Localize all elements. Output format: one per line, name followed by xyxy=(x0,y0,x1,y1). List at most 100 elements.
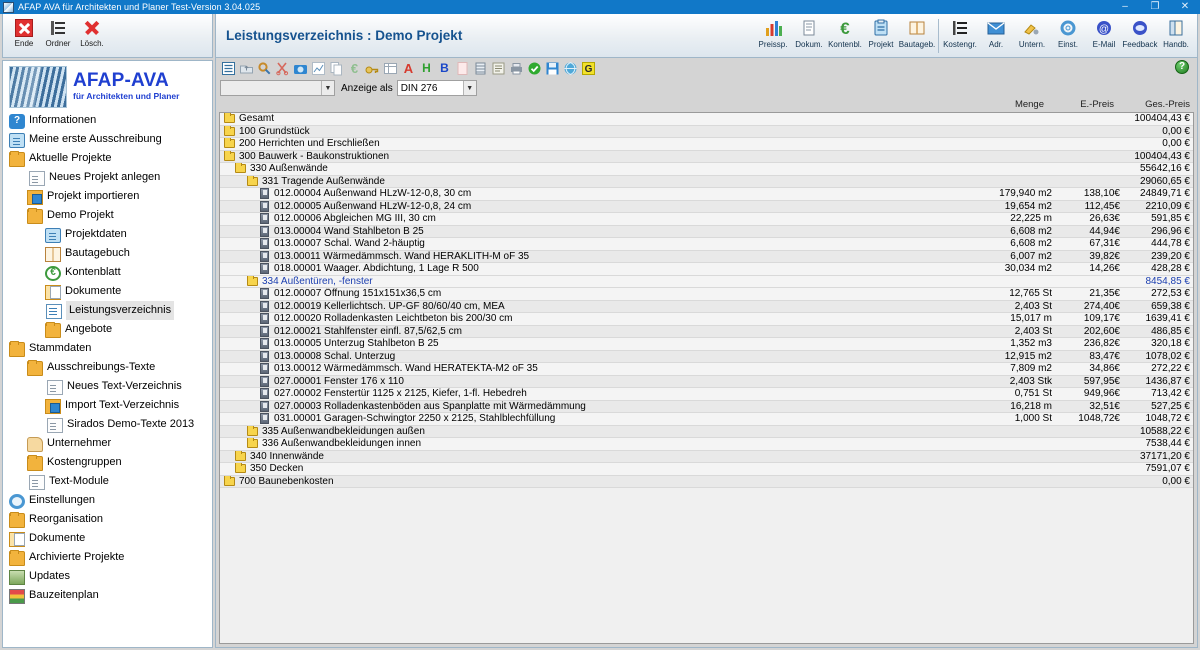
tree-group-row[interactable]: 335 Außenwandbekleidungen außen 10588,22 … xyxy=(220,425,1193,438)
tree-position-row[interactable]: 013.00012 Wärmedämmsch. Wand HERATEKTA-M… xyxy=(220,363,1193,376)
camera-icon[interactable] xyxy=(292,60,309,77)
sidebar-item-projekt-importieren[interactable]: Projekt importieren xyxy=(3,187,212,206)
sidebar-item-ausschreibungs-texte[interactable]: Ausschreibungs-Texte xyxy=(3,358,212,377)
tree-group-row[interactable]: 331 Tragende Außenwände 29060,65 € xyxy=(220,175,1193,188)
tree-group-row[interactable]: 300 Bauwerk - Baukonstruktionen 100404,43… xyxy=(220,150,1193,163)
tree-group-row[interactable]: 340 Innenwände 37171,20 € xyxy=(220,450,1193,463)
tree-position-row[interactable]: 027.00001 Fenster 176 x 110 2,403 Stk 597,… xyxy=(220,375,1193,388)
lv-tree-table[interactable]: Gesamt 100404,43 €100 Grundstück 0,00 €200… xyxy=(219,112,1194,644)
sidebar-item-updates[interactable]: Updates xyxy=(3,567,212,586)
tree-position-row[interactable]: 031.00001 Garagen-Schwingtor 2250 x 2125… xyxy=(220,413,1193,426)
ordner-button[interactable]: Ordner xyxy=(41,16,75,56)
tree-position-row[interactable]: 012.00004 Außenwand HLzW-12-0,8, 30 cm 17… xyxy=(220,188,1193,201)
sidebar-item-aktuelle-projekte[interactable]: Aktuelle Projekte xyxy=(3,149,212,168)
tree-position-row[interactable]: 013.00007 Schal. Wand 2-häuptig 6,608 m2 6… xyxy=(220,238,1193,251)
header-button-handb[interactable]: Handb. xyxy=(1158,17,1194,57)
header-button-dokum[interactable]: Dokum. xyxy=(791,17,827,57)
filter-select[interactable]: ▼ xyxy=(220,80,335,96)
sidebar-item-meine-erste-ausschreibung[interactable]: Meine erste Ausschreibung xyxy=(3,130,212,149)
sidebar-item-archivierte-projekte[interactable]: Archivierte Projekte xyxy=(3,548,212,567)
header-button-einst[interactable]: Einst. xyxy=(1050,17,1086,57)
tree-position-row[interactable]: 012.00007 Öffnung 151x151x36,5 cm 12,765 … xyxy=(220,288,1193,301)
tree-position-row[interactable]: 012.00021 Stahlfenster einfl. 87,5/62,5 … xyxy=(220,325,1193,338)
cut-icon[interactable] xyxy=(274,60,291,77)
table-icon[interactable] xyxy=(382,60,399,77)
tree-position-row[interactable]: 018.00001 Waager. Abdichtung, 1 Lage R 5… xyxy=(220,263,1193,276)
key-icon[interactable] xyxy=(364,60,381,77)
row-label: 012.00006 Abgleichen MG III, 30 cm xyxy=(274,213,436,225)
sidebar-item-neues-projekt-anlegen[interactable]: Neues Projekt anlegen xyxy=(3,168,212,187)
sidebar-item-sirados-demo-texte-2013[interactable]: Sirados Demo-Texte 2013 xyxy=(3,415,212,434)
page-icon[interactable] xyxy=(454,60,471,77)
font-a-icon[interactable]: A xyxy=(400,60,417,77)
database-icon[interactable] xyxy=(472,60,489,77)
header-button-untern[interactable]: Untern. xyxy=(1014,17,1050,57)
sidebar-item-reorganisation[interactable]: Reorganisation xyxy=(3,510,212,529)
sidebar-item-angebote[interactable]: Angebote xyxy=(3,320,212,339)
header-button-bautageb[interactable]: Bautageb. xyxy=(899,17,935,57)
check-circle-icon[interactable] xyxy=(526,60,543,77)
heading-h-icon[interactable]: H xyxy=(418,60,435,77)
edit-chart-icon[interactable] xyxy=(310,60,327,77)
minimize-button[interactable]: – xyxy=(1110,0,1140,14)
highlight-g-icon[interactable]: G xyxy=(580,60,597,77)
anzeige-select[interactable]: DIN 276 ▼ xyxy=(396,80,477,96)
list-view-icon[interactable] xyxy=(220,60,237,77)
tree-group-row[interactable]: Gesamt 100404,43 € xyxy=(220,113,1193,126)
tree-group-row[interactable]: 336 Außenwandbekleidungen innen 7538,44 € xyxy=(220,438,1193,451)
copy-icon[interactable] xyxy=(328,60,345,77)
close-button[interactable]: ✕ xyxy=(1170,0,1200,14)
sidebar-item-leistungsverzeichnis[interactable]: Leistungsverzeichnis xyxy=(3,301,212,320)
tree-position-row[interactable]: 012.00005 Außenwand HLzW-12-0,8, 24 cm 19… xyxy=(220,200,1193,213)
header-button-preissp[interactable]: Preissp. xyxy=(755,17,791,57)
tree-position-row[interactable]: 012.00020 Rolladenkasten Leichtbeton bis… xyxy=(220,313,1193,326)
ende-button[interactable]: Ende xyxy=(7,16,41,56)
sidebar-item-unternehmer[interactable]: Unternehmer xyxy=(3,434,212,453)
sidebar-item-kostengruppen[interactable]: Kostengruppen xyxy=(3,453,212,472)
sidebar-item-text-module[interactable]: Text-Module xyxy=(3,472,212,491)
euro-icon[interactable]: € xyxy=(346,60,363,77)
loeschen-button[interactable]: Lösch. xyxy=(75,16,109,56)
sidebar-item-demo-projekt[interactable]: Demo Projekt xyxy=(3,206,212,225)
header-button-kontenbl[interactable]: € Kontenbl. xyxy=(827,17,863,57)
sidebar-item-dokumente[interactable]: Dokumente xyxy=(3,282,212,301)
open-folder-up-icon[interactable] xyxy=(238,60,255,77)
tree-group-row[interactable]: 700 Baunebenkosten 0,00 € xyxy=(220,475,1193,488)
sidebar-item-informationen[interactable]: ? Informationen xyxy=(3,111,212,130)
tree-group-row[interactable]: 330 Außenwände 55642,16 € xyxy=(220,163,1193,176)
sidebar-item-projektdaten[interactable]: Projektdaten xyxy=(3,225,212,244)
sidebar-item-neues-text-verzeichnis[interactable]: Neues Text-Verzeichnis xyxy=(3,377,212,396)
tree-position-row[interactable]: 013.00005 Unterzug Stahlbeton B 25 1,352 … xyxy=(220,338,1193,351)
tree-group-row[interactable]: 200 Herrichten und Erschließen 0,00 € xyxy=(220,138,1193,151)
tree-position-row[interactable]: 013.00011 Wärmedämmsch. Wand HERAKLITH-M… xyxy=(220,250,1193,263)
search-icon[interactable] xyxy=(256,60,273,77)
tree-group-row[interactable]: 350 Decken 7591,07 € xyxy=(220,463,1193,476)
tree-position-row[interactable]: 012.00019 Kellerlichtsch. UP-GF 80/60/40… xyxy=(220,300,1193,313)
tree-position-row[interactable]: 013.00008 Schal. Unterzug 12,915 m2 83,47€… xyxy=(220,350,1193,363)
maximize-button[interactable]: ❐ xyxy=(1140,0,1170,14)
sidebar-item-stammdaten[interactable]: Stammdaten xyxy=(3,339,212,358)
tree-position-row[interactable]: 027.00003 Rolladenkastenböden aus Spanpl… xyxy=(220,400,1193,413)
bold-b-icon[interactable]: B xyxy=(436,60,453,77)
header-button-adr[interactable]: Adr. xyxy=(978,17,1014,57)
tree-group-row[interactable]: 334 Außentüren, -fenster 8454,85 € xyxy=(220,275,1193,288)
globe-icon[interactable] xyxy=(562,60,579,77)
header-button-feedback[interactable]: Feedback xyxy=(1122,17,1158,57)
sidebar-item-dokumente[interactable]: Dokumente xyxy=(3,529,212,548)
sidebar-item-einstellungen[interactable]: Einstellungen xyxy=(3,491,212,510)
header-button-projekt[interactable]: Projekt xyxy=(863,17,899,57)
header-button-e-mail[interactable]: @ E-Mail xyxy=(1086,17,1122,57)
sidebar-item-bautagebuch[interactable]: Bautagebuch xyxy=(3,244,212,263)
tree-position-row[interactable]: 012.00006 Abgleichen MG III, 30 cm 22,225… xyxy=(220,213,1193,226)
sidebar-item-bauzeitenplan[interactable]: Bauzeitenplan xyxy=(3,586,212,605)
header-button-kostengr[interactable]: Kostengr. xyxy=(942,17,978,57)
save-icon[interactable] xyxy=(544,60,561,77)
tree-group-row[interactable]: 100 Grundstück 0,00 € xyxy=(220,125,1193,138)
notes-icon[interactable] xyxy=(490,60,507,77)
print-icon[interactable] xyxy=(508,60,525,77)
tree-position-row[interactable]: 013.00004 Wand Stahlbeton B 25 6,608 m2 44… xyxy=(220,225,1193,238)
sidebar-item-import-text-verzeichnis[interactable]: Import Text-Verzeichnis xyxy=(3,396,212,415)
tree-position-row[interactable]: 027.00002 Fenstertür 1125 x 2125, Kiefer… xyxy=(220,388,1193,401)
help-icon[interactable]: ? xyxy=(1175,60,1189,74)
sidebar-item-kontenblatt[interactable]: € Kontenblatt xyxy=(3,263,212,282)
